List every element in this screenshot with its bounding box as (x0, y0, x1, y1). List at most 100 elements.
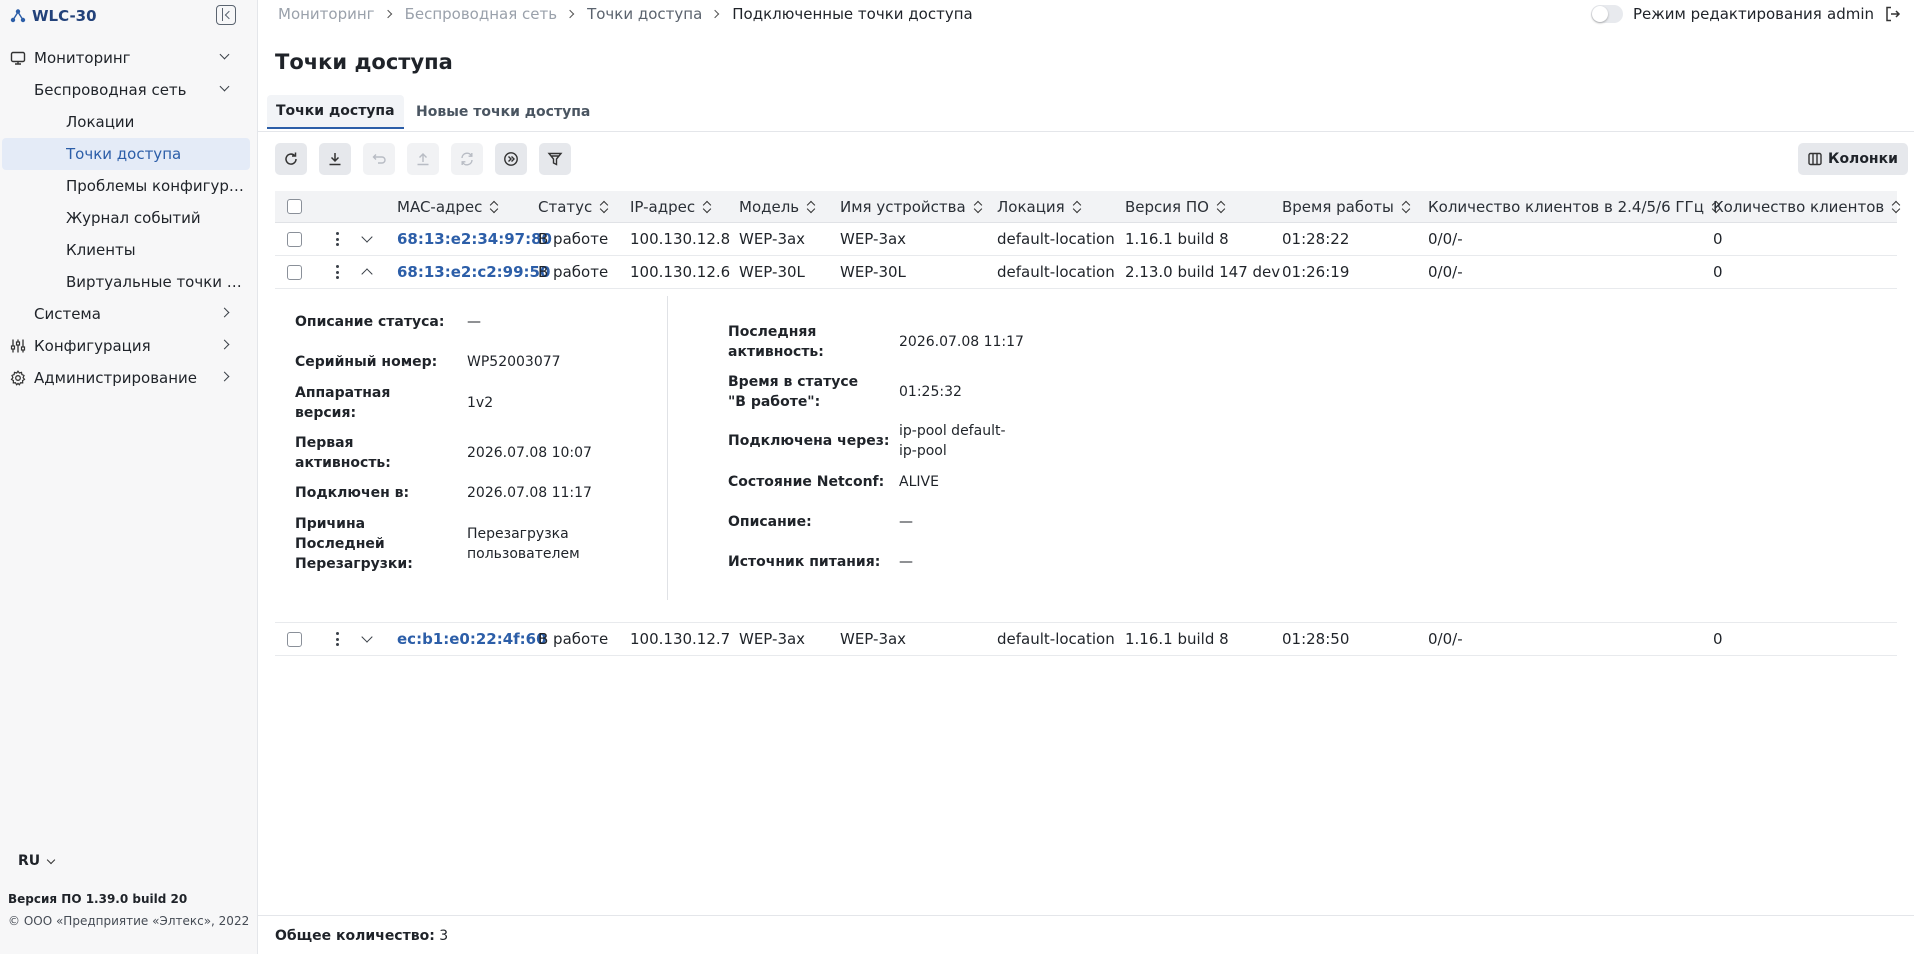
username: admin (1827, 5, 1874, 23)
sort-icon (1402, 201, 1410, 213)
breadcrumb-access-points[interactable]: Точки доступа (587, 5, 702, 23)
reboot-button[interactable] (363, 143, 395, 175)
detail-value: — (899, 514, 913, 530)
chevron-right-icon (219, 339, 230, 350)
cell-clients: 0 (1713, 630, 1723, 648)
detail-value: WP52003077 (467, 354, 561, 370)
collapse-row-icon[interactable] (361, 268, 373, 280)
row-menu-icon[interactable] (335, 232, 339, 246)
cell-clients: 0 (1713, 263, 1723, 281)
row-menu-icon[interactable] (335, 632, 339, 646)
breadcrumb-monitoring[interactable]: Мониторинг (278, 5, 375, 23)
row-checkbox[interactable] (287, 231, 302, 247)
sidebar-item-system[interactable]: Система (0, 298, 258, 330)
sidebar-item-event-log[interactable]: Журнал событий (0, 202, 258, 234)
detail-label: Источник питания: (728, 554, 881, 570)
table-row[interactable]: 68:13:e2:c2:99:50 В работе 100.130.12.6 … (275, 256, 1897, 289)
logout-icon[interactable] (1884, 5, 1902, 23)
column-header-location[interactable]: Локация (997, 191, 1081, 222)
sidebar-item-administration[interactable]: Администрирование (0, 362, 258, 394)
detail-label: Описание: (728, 514, 812, 530)
expand-row-icon[interactable] (361, 231, 373, 243)
column-header-ip[interactable]: IP-адрес (630, 191, 711, 222)
app-name: WLC-30 (32, 7, 97, 25)
edit-mode-toggle[interactable]: Режим редактирования (1591, 5, 1822, 23)
detail-value: 2026.07.08 11:17 (899, 334, 1024, 350)
row-menu-icon[interactable] (335, 265, 339, 279)
sidebar-item-wireless[interactable]: Беспроводная сеть (0, 74, 258, 106)
sort-icon (703, 201, 711, 213)
cell-model: WEP-30L (739, 263, 805, 281)
detail-label: Причина Последней Перезагрузки: (295, 516, 413, 572)
details-divider (667, 296, 668, 600)
detail-label: Последняя активность: (728, 324, 824, 360)
table-footer: Общее количество: 3 (258, 915, 1914, 954)
toggle-switch[interactable] (1591, 5, 1623, 23)
brand[interactable]: WLC-30 (10, 4, 97, 28)
row-checkbox[interactable] (287, 264, 302, 280)
cell-clients: 0 (1713, 230, 1723, 248)
mac-link[interactable]: ec:b1:e0:22:4f:60 (397, 623, 547, 655)
sidebar-item-config-problems[interactable]: Проблемы конфигурации (0, 170, 258, 202)
sync-button[interactable] (451, 143, 483, 175)
mac-link[interactable]: 68:13:e2:34:97:80 (397, 223, 552, 255)
filter-button[interactable] (539, 143, 571, 175)
tab-access-points[interactable]: Точки доступа (267, 95, 404, 129)
table-row[interactable]: 68:13:e2:34:97:80 В работе 100.130.12.8 … (275, 223, 1897, 256)
collapse-sidebar-icon[interactable] (216, 5, 236, 25)
breadcrumb-wireless[interactable]: Беспроводная сеть (405, 5, 558, 23)
tab-new-access-points[interactable]: Новые точки доступа (407, 95, 599, 129)
detail-label: Подключена через: (728, 433, 890, 449)
column-header-status[interactable]: Статус (538, 191, 608, 222)
column-header-clients-bands[interactable]: Количество клиентов в 2.4/5/6 ГГц (1428, 191, 1720, 222)
table-row[interactable]: ec:b1:e0:22:4f:60 В работе 100.130.12.7 … (275, 623, 1897, 656)
cell-location: default-location (997, 230, 1115, 248)
sort-icon (490, 201, 498, 213)
chevron-down-icon (46, 855, 56, 864)
columns-button[interactable]: Колонки (1798, 143, 1908, 175)
expand-row-icon[interactable] (361, 631, 373, 643)
sort-icon (974, 201, 982, 213)
mac-link[interactable]: 68:13:e2:c2:99:50 (397, 256, 550, 288)
upload-icon (417, 153, 429, 166)
column-header-model[interactable]: Модель (739, 191, 815, 222)
column-header-device-name[interactable]: Имя устройства (840, 191, 982, 222)
cell-device-name: WEP-3ax (840, 230, 907, 248)
sort-icon (600, 201, 608, 213)
sidebar-item-monitoring[interactable]: Мониторинг (0, 42, 258, 74)
sidebar-item-locations[interactable]: Локации (0, 106, 258, 138)
download-button[interactable] (319, 143, 351, 175)
cell-version: 1.16.1 build 8 (1125, 230, 1229, 248)
detail-label: Серийный номер: (295, 354, 438, 370)
cell-location: default-location (997, 630, 1115, 648)
sidebar-item-configuration[interactable]: Конфигурация (0, 330, 258, 362)
access-points-table: MAC-адрес Статус IP-адрес Модель Имя уст… (275, 191, 1897, 656)
cell-uptime: 01:28:22 (1282, 230, 1350, 248)
detail-label: Описание статуса: (295, 314, 445, 330)
cell-model: WEP-3ax (739, 630, 806, 648)
column-header-clients[interactable]: Количество клиентов (1713, 191, 1900, 222)
upload-button[interactable] (407, 143, 439, 175)
sidebar-nav: Мониторинг Беспроводная сеть Локации Точ… (0, 42, 258, 394)
cell-clients-bands: 0/0/- (1428, 630, 1463, 648)
copyright: © ООО «Предприятие «Элтекс», 2022 (8, 914, 250, 928)
cell-ip: 100.130.12.8 (630, 230, 731, 248)
sidebar-item-clients[interactable]: Клиенты (0, 234, 258, 266)
sliders-icon (10, 339, 26, 353)
row-checkbox[interactable] (287, 631, 302, 647)
cell-device-name: WEP-30L (840, 263, 906, 281)
row-details-panel: Описание статуса: — Серийный номер: WP52… (275, 289, 1897, 623)
topbar: Мониторинг Беспроводная сеть Точки досту… (258, 0, 1914, 30)
forward-button[interactable] (495, 143, 527, 175)
refresh-button[interactable] (275, 143, 307, 175)
page-title: Точки доступа (275, 50, 453, 74)
language-selector[interactable]: RU (18, 853, 56, 869)
column-header-mac[interactable]: MAC-адрес (397, 191, 498, 222)
column-header-version[interactable]: Версия ПО (1125, 191, 1225, 222)
sidebar-item-virtual-aps[interactable]: Виртуальные точки доступа (0, 266, 258, 298)
sidebar-item-access-points[interactable]: Точки доступа (2, 138, 250, 170)
select-all-checkbox[interactable] (287, 199, 302, 214)
user-menu[interactable]: admin (1827, 5, 1902, 23)
column-header-uptime[interactable]: Время работы (1282, 191, 1410, 222)
chevron-right-icon (565, 9, 575, 19)
